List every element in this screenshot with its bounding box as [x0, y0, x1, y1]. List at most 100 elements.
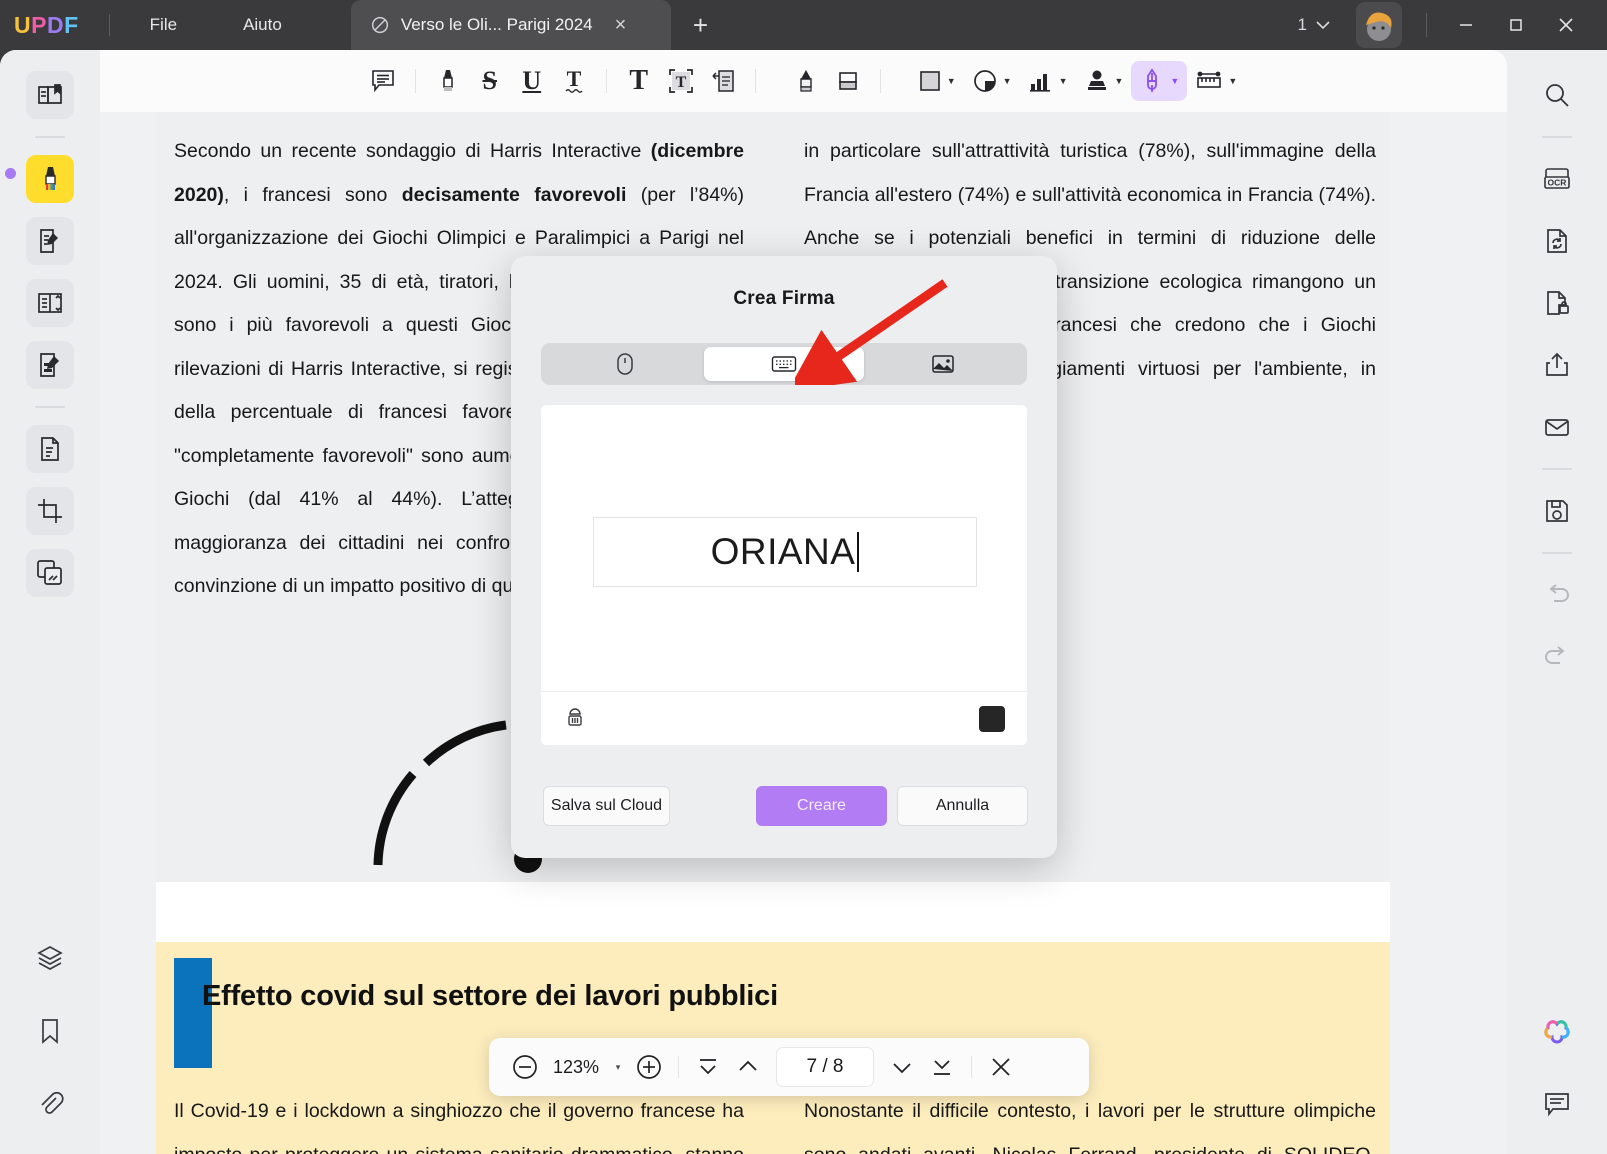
sidebar-item-batch[interactable] — [26, 549, 74, 597]
create-signature-dialog: Crea Firma ORIANA Salva sul Cloud Creare… — [511, 256, 1057, 858]
squiggly-underline-icon[interactable]: T — [553, 61, 595, 101]
sidebar-item-attachment[interactable] — [26, 1080, 74, 1128]
image-upload-tab[interactable] — [864, 347, 1023, 381]
type-keyboard-tab[interactable] — [704, 347, 864, 381]
signature-text-input[interactable]: ORIANA — [593, 517, 977, 587]
protect-lock-icon[interactable] — [1533, 279, 1581, 327]
menu-file[interactable]: File — [136, 9, 191, 41]
stamp-icon[interactable]: ▼ — [1076, 61, 1132, 101]
comment-note-icon[interactable] — [362, 61, 404, 101]
create-button[interactable]: Creare — [756, 786, 887, 826]
zoom-in-icon[interactable] — [629, 1047, 669, 1087]
signature-pen-icon[interactable]: ▼ — [1131, 61, 1188, 101]
sidebar-item-reader[interactable] — [26, 71, 74, 119]
draw-mouse-tab[interactable] — [545, 347, 704, 381]
new-tab-icon[interactable]: + — [693, 12, 708, 38]
sidebar-divider-2 — [35, 406, 65, 408]
redo-icon[interactable] — [1533, 633, 1581, 681]
window-count-label: 1 — [1297, 15, 1307, 34]
signature-value: ORIANA — [710, 531, 856, 572]
close-window-button[interactable] — [1541, 0, 1591, 50]
text-callout-icon[interactable] — [702, 61, 744, 101]
right-sidebar: OCR — [1507, 50, 1607, 1154]
undo-icon[interactable] — [1533, 571, 1581, 619]
minimize-button[interactable] — [1441, 0, 1491, 50]
sidebar-item-bookmark[interactable] — [26, 1007, 74, 1055]
signature-canvas[interactable]: ORIANA — [541, 405, 1027, 745]
zoom-out-icon[interactable] — [505, 1047, 545, 1087]
eraser-icon[interactable] — [827, 61, 869, 101]
ai-assistant-icon[interactable] — [1533, 1009, 1581, 1057]
share-upload-icon[interactable] — [1533, 341, 1581, 389]
underline-icon[interactable]: U — [511, 61, 553, 101]
shapes-icon[interactable]: ▼ — [910, 61, 964, 101]
strikethrough-icon[interactable]: S — [469, 61, 511, 101]
avatar-image — [1366, 12, 1392, 41]
svg-text:OCR: OCR — [1548, 178, 1567, 188]
window-list-dropdown[interactable]: 1 — [1288, 11, 1340, 39]
document-tab[interactable]: Verso le Oli... Parigi 2024 × — [350, 0, 671, 50]
measure-ruler-icon[interactable]: ▼ — [1187, 61, 1245, 101]
color-swatch[interactable] — [979, 705, 1005, 732]
chevron-down-icon: ▼ — [1170, 76, 1180, 86]
section-paragraph-right: Nonostante il difficile contesto, i lavo… — [804, 1100, 1376, 1154]
chevron-down-icon: ▼ — [1058, 76, 1068, 86]
cancel-button[interactable]: Annulla — [897, 786, 1028, 826]
ocr-icon[interactable]: OCR — [1533, 155, 1581, 203]
text-icon[interactable]: T — [618, 61, 660, 101]
sidebar-item-page-organize[interactable] — [26, 279, 74, 327]
sidebar-item-convert[interactable] — [26, 425, 74, 473]
app-logo: UPDF — [14, 11, 79, 38]
sidebar-item-crop[interactable] — [26, 487, 74, 535]
annotation-toolbar: S U T T T ▼ ▼ ▼ ▼ ▼ ▼ — [100, 50, 1507, 112]
chevron-down-icon: ▼ — [1002, 76, 1012, 86]
close-tab-icon[interactable]: × — [615, 15, 627, 35]
sidebar-item-edit-pdf[interactable] — [26, 217, 74, 265]
page-indicator[interactable]: 7 / 8 — [776, 1047, 874, 1087]
email-icon[interactable] — [1533, 403, 1581, 451]
chart-icon[interactable]: ▼ — [1020, 61, 1076, 101]
highlighter-icon[interactable] — [427, 61, 469, 101]
signature-mode-tabs — [541, 343, 1027, 385]
bottombar-divider-1 — [678, 1056, 679, 1078]
right-divider-3 — [1542, 552, 1572, 554]
toolbar-divider-4 — [879, 69, 881, 93]
sidebar-item-annotate[interactable] — [26, 155, 74, 203]
text-box-icon[interactable]: T — [660, 61, 702, 101]
text-caret — [857, 532, 860, 572]
save-to-cloud-button[interactable]: Salva sul Cloud — [543, 786, 670, 826]
zoom-level-value[interactable]: 123% — [545, 1057, 607, 1078]
toolbar-divider-3 — [754, 69, 756, 93]
sticker-icon[interactable]: ▼ — [964, 61, 1020, 101]
bottombar-divider-2 — [971, 1056, 972, 1078]
document-tab-label: Verso le Oli... Parigi 2024 — [400, 15, 593, 34]
comments-panel-icon[interactable] — [1533, 1080, 1581, 1128]
last-page-icon[interactable] — [922, 1047, 962, 1087]
section-paragraph-left: Il Covid-19 e i lockdown a singhiozzo ch… — [174, 1100, 744, 1154]
left-sidebar — [0, 50, 100, 1154]
maximize-button[interactable] — [1491, 0, 1541, 50]
first-page-icon[interactable] — [688, 1047, 728, 1087]
avatar[interactable] — [1356, 2, 1402, 48]
next-page-icon[interactable] — [882, 1047, 922, 1087]
brush-clear-icon[interactable] — [563, 703, 587, 734]
close-bar-icon[interactable] — [981, 1047, 1021, 1087]
toolbar-divider-1 — [414, 69, 416, 93]
title-bar: UPDF File Aiuto Verso le Oli... Parigi 2… — [0, 0, 1607, 50]
sidebar-divider — [35, 136, 65, 138]
page-gap — [156, 882, 1390, 942]
menu-help[interactable]: Aiuto — [229, 9, 296, 41]
convert-refresh-icon[interactable] — [1533, 217, 1581, 265]
prev-page-icon[interactable] — [728, 1047, 768, 1087]
pencil-icon[interactable] — [785, 61, 827, 101]
sidebar-collapse-handle[interactable] — [5, 168, 16, 179]
save-floppy-icon[interactable] — [1533, 487, 1581, 535]
search-icon[interactable] — [1533, 71, 1581, 119]
section-title: Effetto covid sul settore dei lavori pub… — [202, 980, 778, 1012]
sidebar-item-layers[interactable] — [26, 934, 74, 982]
sidebar-item-form[interactable] — [26, 341, 74, 389]
titlebar-divider — [108, 14, 110, 36]
chevron-down-icon: ▼ — [946, 76, 956, 86]
zoom-dropdown-caret-icon[interactable]: ▾ — [607, 1062, 629, 1073]
app-window: UPDF File Aiuto Verso le Oli... Parigi 2… — [0, 0, 1607, 1154]
